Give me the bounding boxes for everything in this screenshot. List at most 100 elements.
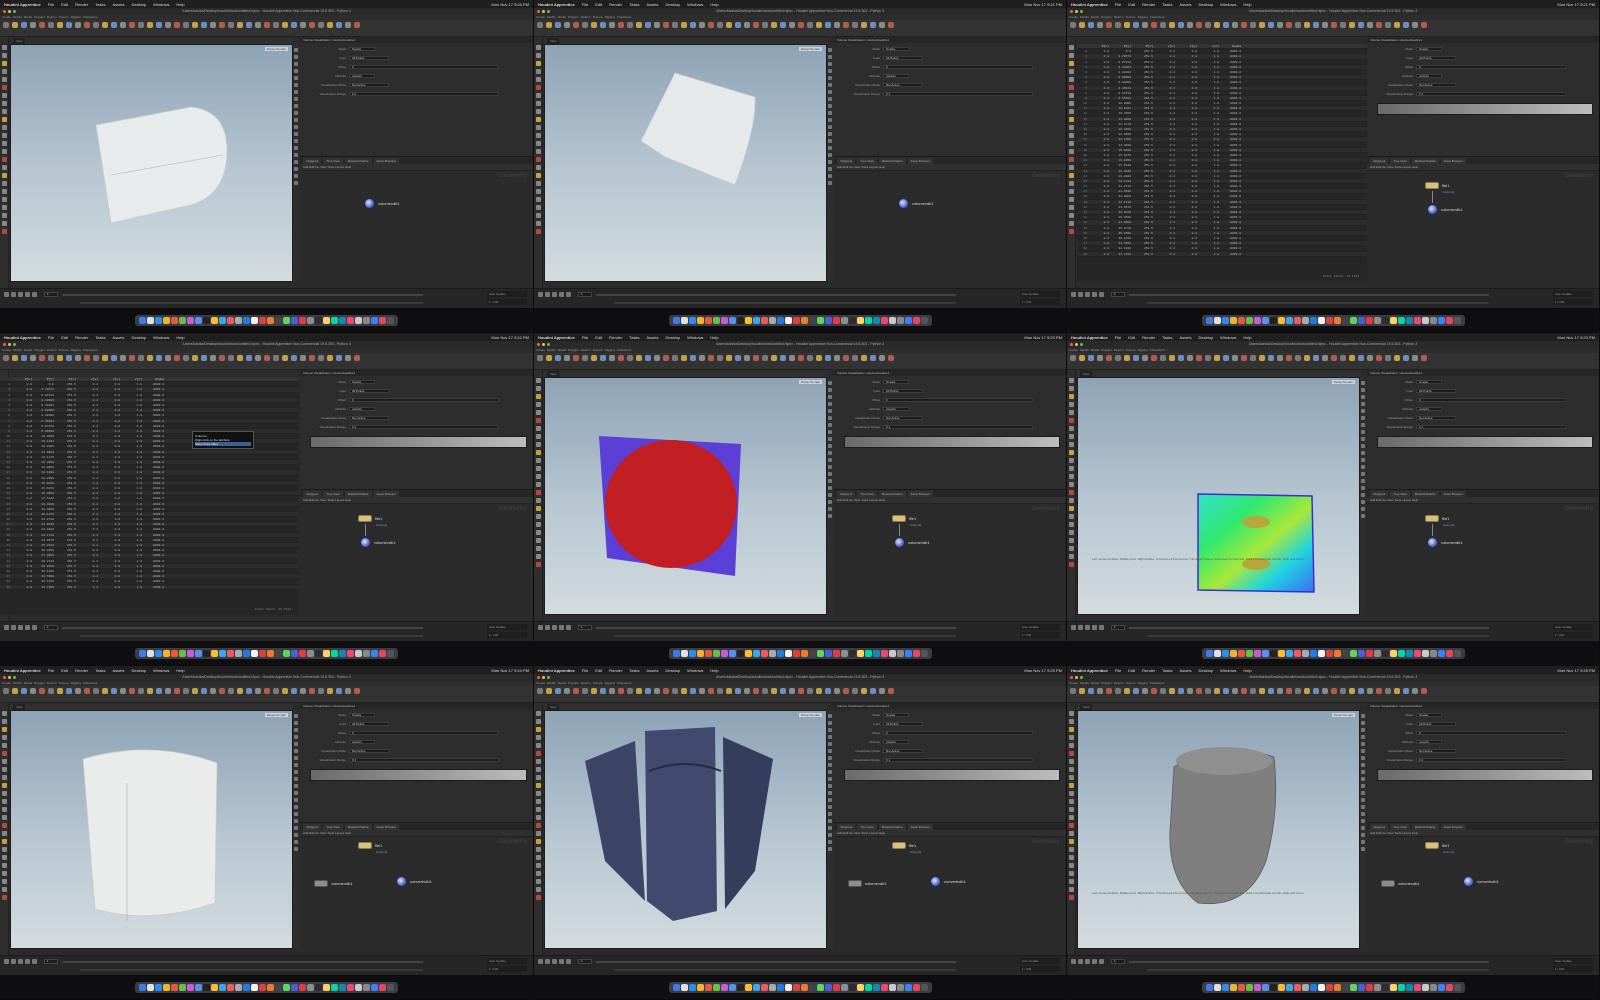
zoom-dot[interactable] — [1080, 676, 1083, 679]
tool-icon[interactable] — [1068, 157, 1074, 162]
shelf-tool-icon[interactable] — [1277, 688, 1283, 694]
dock-app-icon[interactable] — [1269, 983, 1277, 991]
display-icon[interactable] — [828, 90, 832, 94]
step-forward-icon[interactable] — [1092, 625, 1097, 630]
shelf-tool-icon[interactable] — [762, 355, 768, 361]
shelf-tool-icon[interactable] — [1097, 355, 1103, 361]
node-label[interactable]: volumevdb1 — [908, 540, 930, 545]
tool-icon[interactable] — [1068, 743, 1074, 748]
jump-end-icon[interactable] — [32, 625, 37, 630]
tool-icon[interactable] — [1068, 458, 1074, 463]
shelf-tool-icon[interactable] — [1376, 688, 1382, 694]
shelf-tool-icon[interactable] — [618, 688, 624, 694]
menu-item[interactable]: Render — [1142, 2, 1155, 7]
dock-apps[interactable] — [1201, 314, 1465, 326]
menu-item[interactable]: Help — [176, 2, 184, 7]
step-forward-icon[interactable] — [559, 625, 564, 630]
node-label[interactable]: volumevdb1 — [378, 201, 400, 206]
shelf-tool-icon[interactable] — [219, 355, 225, 361]
dock-app-icon[interactable] — [1213, 649, 1221, 657]
network-tab[interactable]: Asset Browser — [907, 824, 933, 830]
shelf-tab[interactable]: Modify — [13, 681, 22, 686]
display-icon[interactable] — [294, 181, 298, 185]
param-field[interactable]: Smoke — [1416, 46, 1442, 51]
dock-app-icon[interactable] — [824, 649, 832, 657]
shelf-tool-icon[interactable] — [537, 22, 543, 28]
shelf-tool-icon[interactable] — [1232, 688, 1238, 694]
network-editor[interactable]: /obj/geo1 Tree View Material Palette Asset … — [300, 491, 533, 621]
shelf-tab[interactable]: Texture — [593, 348, 603, 353]
shelf-tool-icon[interactable] — [1187, 688, 1193, 694]
app-menu[interactable]: Houdini Apprentice — [538, 335, 575, 340]
tool-icon[interactable] — [535, 895, 541, 900]
shelf-tool-icon[interactable] — [690, 355, 696, 361]
display-icon[interactable] — [828, 104, 832, 108]
dock-app-icon[interactable] — [1365, 983, 1373, 991]
display-icon[interactable] — [294, 48, 298, 52]
shelf-tool-icon[interactable] — [327, 22, 333, 28]
range-slider[interactable] — [1147, 969, 1489, 971]
param-field[interactable]: All Points — [883, 721, 923, 726]
display-icon[interactable] — [828, 388, 832, 392]
dock-app-icon[interactable] — [363, 649, 370, 657]
shelf-tool-icon[interactable] — [789, 355, 795, 361]
dock-app-icon[interactable] — [792, 649, 800, 657]
dock-app-icon[interactable] — [896, 316, 904, 324]
tool-icon[interactable] — [1068, 538, 1074, 543]
tool-icon[interactable] — [1068, 450, 1074, 455]
display-icon[interactable] — [828, 174, 832, 178]
dock-app-icon[interactable] — [1229, 316, 1237, 324]
dock-app-icon[interactable] — [720, 983, 728, 991]
shelf-tool-icon[interactable] — [753, 22, 759, 28]
dock-app-icon[interactable] — [848, 649, 856, 657]
dock-app-icon[interactable] — [888, 983, 896, 991]
column-header[interactable]: Alpha — [1221, 44, 1243, 48]
jump-end-icon[interactable] — [566, 959, 571, 964]
tool-icon[interactable] — [535, 165, 541, 170]
dock-app-icon[interactable] — [299, 983, 306, 991]
shelf-tool-icon[interactable] — [192, 22, 198, 28]
dock-app-icon[interactable] — [1309, 316, 1317, 324]
shelf-tool-icon[interactable] — [1412, 688, 1418, 694]
dock-app-icon[interactable] — [680, 316, 688, 324]
shelf-tool-icon[interactable] — [753, 688, 759, 694]
tool-icon[interactable] — [1068, 482, 1074, 487]
dock-app-icon[interactable] — [235, 316, 242, 324]
display-icon[interactable] — [828, 749, 832, 753]
dock-app-icon[interactable] — [872, 983, 880, 991]
dock-app-icon[interactable] — [219, 649, 226, 657]
volume-node-icon[interactable] — [894, 537, 905, 548]
display-icon[interactable] — [294, 840, 298, 844]
step-back-icon[interactable] — [552, 959, 557, 964]
dock-apps[interactable] — [135, 314, 398, 326]
shelf-tool-icon[interactable] — [354, 688, 360, 694]
menu-item[interactable]: File — [582, 668, 588, 673]
stop-icon[interactable] — [545, 959, 550, 964]
shelf-tool-icon[interactable] — [1079, 22, 1085, 28]
param-field[interactable]: velocity — [349, 73, 375, 78]
dock-app-icon[interactable] — [712, 649, 720, 657]
display-icon[interactable] — [828, 798, 832, 802]
display-icon[interactable] — [1361, 395, 1365, 399]
dock-app-icon[interactable] — [912, 649, 920, 657]
display-icon[interactable] — [828, 812, 832, 816]
tool-icon[interactable] — [535, 498, 541, 503]
tool-icon[interactable] — [535, 458, 541, 463]
shelf-tool-icon[interactable] — [93, 355, 99, 361]
dock-app-icon[interactable] — [680, 983, 688, 991]
shelf-tool-icon[interactable] — [717, 688, 723, 694]
param-field[interactable]: velocity — [883, 739, 909, 744]
shelf-tool-icon[interactable] — [1115, 355, 1121, 361]
display-icon[interactable] — [828, 847, 832, 851]
dock-app-icon[interactable] — [1445, 649, 1453, 657]
tool-icon[interactable] — [535, 743, 541, 748]
dock-app-icon[interactable] — [1349, 316, 1357, 324]
column-header[interactable]: P[x] — [12, 377, 34, 381]
menu-item[interactable]: Tasks — [95, 2, 105, 7]
tool-icon[interactable] — [1068, 402, 1074, 407]
shelf-tool-icon[interactable] — [183, 688, 189, 694]
volume-node[interactable]: volumevdb1 — [848, 880, 887, 887]
shelf-tab[interactable]: Texture — [1126, 348, 1136, 353]
end-frame[interactable]: 1 / 240 — [1553, 632, 1593, 638]
tool-icon[interactable] — [1068, 522, 1074, 527]
